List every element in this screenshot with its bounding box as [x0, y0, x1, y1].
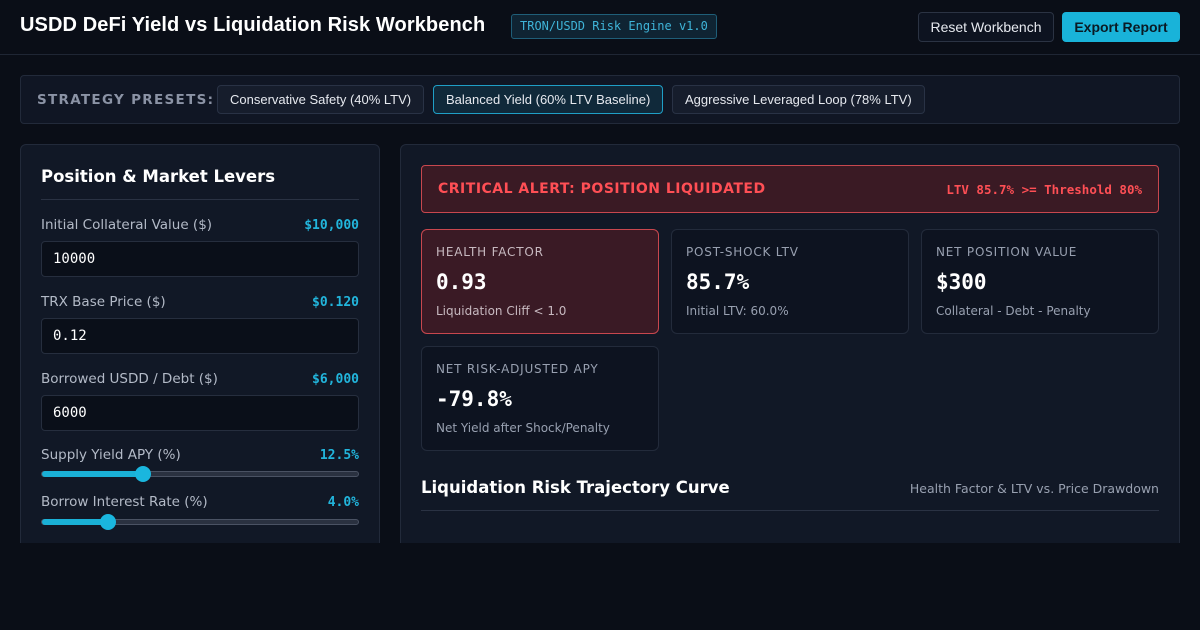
levers-panel: Position & Market Levers Initial Collate… [20, 144, 380, 564]
risk-apy-value: -79.8% [436, 387, 512, 411]
post-shock-ltv-sub: Initial LTV: 60.0% [686, 304, 789, 318]
debt-input[interactable]: 6000 [41, 395, 359, 431]
supply-apy-slider-fill [42, 471, 144, 477]
presets-label: STRATEGY PRESETS: [37, 92, 215, 108]
health-factor-card: HEALTH FACTOR 0.93 Liquidation Cliff < 1… [421, 229, 659, 334]
alert-title: CRITICAL ALERT: POSITION LIQUIDATED [438, 181, 766, 197]
net-position-value: $300 [936, 270, 987, 294]
borrow-rate-slider-fill [42, 519, 109, 525]
borrow-rate-slider[interactable] [41, 514, 359, 530]
supply-apy-label: Supply Yield APY (%) [41, 447, 181, 463]
debt-value: $6,000 [312, 372, 359, 387]
health-factor-sub: Liquidation Cliff < 1.0 [436, 304, 567, 318]
top-bar: USDD DeFi Yield vs Liquidation Risk Work… [0, 0, 1200, 55]
export-report-button[interactable]: Export Report [1062, 12, 1180, 42]
alert-detail: LTV 85.7% >= Threshold 80% [946, 182, 1142, 197]
preset-conservative-button[interactable]: Conservative Safety (40% LTV) [217, 85, 425, 114]
chart-divider [421, 510, 1159, 511]
post-shock-ltv-label: POST-SHOCK LTV [686, 245, 799, 259]
net-position-label: NET POSITION VALUE [936, 245, 1078, 259]
trx-price-input[interactable]: 0.12 [41, 318, 359, 354]
app-title: USDD DeFi Yield vs Liquidation Risk Work… [20, 14, 486, 36]
post-shock-ltv-value: 85.7% [686, 270, 750, 294]
post-shock-ltv-card: POST-SHOCK LTV 85.7% Initial LTV: 60.0% [671, 229, 909, 334]
collateral-input[interactable]: 10000 [41, 241, 359, 277]
supply-apy-slider-thumb[interactable] [135, 466, 152, 482]
net-position-sub: Collateral - Debt - Penalty [936, 304, 1091, 318]
net-position-card: NET POSITION VALUE $300 Collateral - Deb… [921, 229, 1159, 334]
collateral-value: $10,000 [304, 218, 359, 233]
preset-aggressive-button[interactable]: Aggressive Leveraged Loop (78% LTV) [672, 85, 925, 114]
preset-balanced-button[interactable]: Balanced Yield (60% LTV Baseline) [433, 85, 664, 114]
results-panel: CRITICAL ALERT: POSITION LIQUIDATED LTV … [400, 144, 1180, 564]
risk-apy-sub: Net Yield after Shock/Penalty [436, 421, 610, 435]
chart-title: Liquidation Risk Trajectory Curve [421, 478, 730, 497]
reset-workbench-button[interactable]: Reset Workbench [918, 12, 1054, 42]
version-badge: TRON/USDD Risk Engine v1.0 [511, 14, 717, 39]
borrow-rate-label: Borrow Interest Rate (%) [41, 494, 208, 510]
health-factor-label: HEALTH FACTOR [436, 245, 544, 259]
trx-price-value: $0.120 [312, 295, 359, 310]
borrow-rate-value: 4.0% [327, 495, 359, 510]
trx-price-label: TRX Base Price ($) [41, 294, 166, 310]
supply-apy-value: 12.5% [319, 448, 359, 463]
page-bottom [0, 543, 1200, 630]
collateral-label: Initial Collateral Value ($) [41, 217, 213, 233]
risk-apy-label: NET RISK-ADJUSTED APY [436, 362, 599, 376]
strategy-presets-bar: STRATEGY PRESETS: Conservative Safety (4… [20, 75, 1180, 124]
levers-panel-title: Position & Market Levers [41, 167, 276, 186]
supply-apy-slider[interactable] [41, 466, 359, 482]
panel-divider [41, 199, 359, 200]
debt-label: Borrowed USDD / Debt ($) [41, 371, 218, 387]
chart-subtitle: Health Factor & LTV vs. Price Drawdown [909, 481, 1159, 496]
risk-apy-card: NET RISK-ADJUSTED APY -79.8% Net Yield a… [421, 346, 659, 451]
borrow-rate-slider-thumb[interactable] [100, 514, 117, 530]
liquidation-alert: CRITICAL ALERT: POSITION LIQUIDATED LTV … [421, 165, 1159, 213]
health-factor-value: 0.93 [436, 270, 487, 294]
